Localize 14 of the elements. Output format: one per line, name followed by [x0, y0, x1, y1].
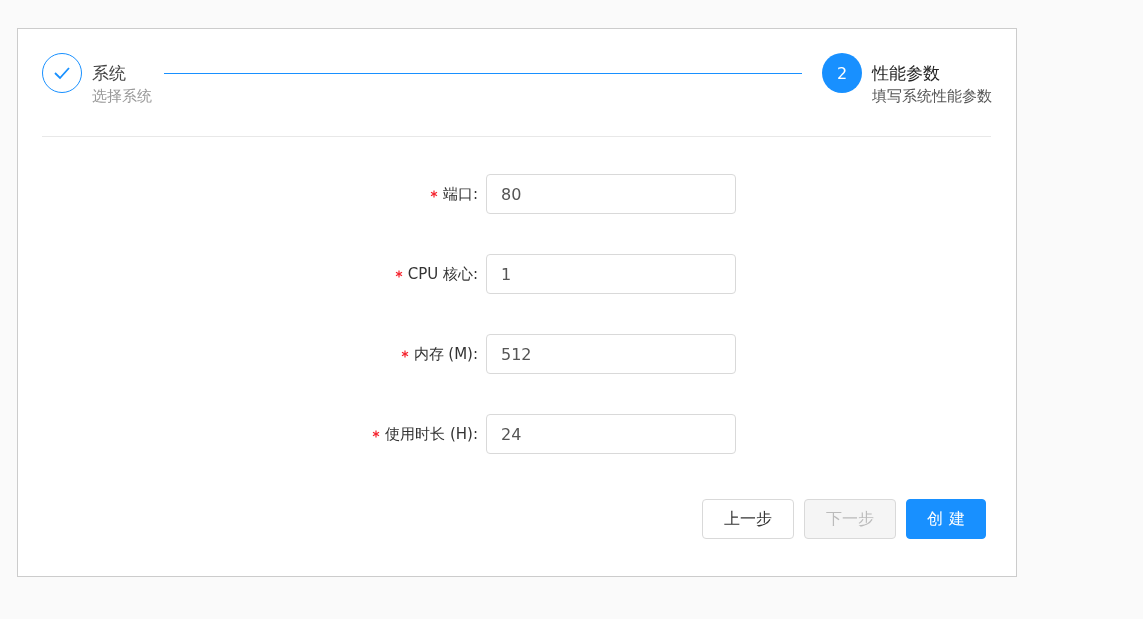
field-label: CPU 核心: — [407, 264, 478, 284]
step-description: 填写系统性能参数 — [872, 87, 992, 106]
step-button[interactable]: 上一步 — [702, 499, 794, 539]
input-field[interactable]: 512 — [486, 334, 736, 374]
step-title: 性能参数 — [872, 62, 941, 85]
field-label: 内存 (M): — [413, 344, 478, 364]
field-label: 端口: — [442, 184, 478, 204]
step-title: 系统 — [92, 62, 127, 85]
input-field[interactable]: 1 — [486, 254, 736, 294]
input-field[interactable]: 80 — [486, 174, 736, 214]
field-label: 使用时长 (H): — [385, 424, 478, 444]
step-description: 选择系统 — [92, 87, 152, 106]
input-field[interactable]: 24 — [486, 414, 736, 454]
step-number: 2 — [822, 53, 862, 93]
